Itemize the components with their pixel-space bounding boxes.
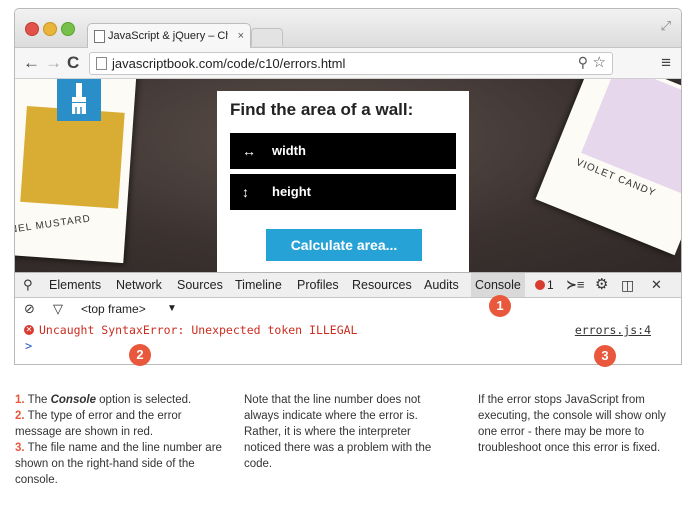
caption-text: The: [24, 394, 51, 406]
minimize-window-button[interactable]: [43, 22, 57, 36]
tab-network[interactable]: Network: [116, 273, 162, 297]
caption-text: option is selected.: [95, 394, 192, 406]
forward-arrow-icon[interactable]: →: [45, 53, 62, 73]
height-label: height: [272, 184, 311, 199]
callout-badge-3: 3: [594, 345, 616, 367]
console-prompt[interactable]: >: [25, 339, 32, 353]
browser-toolbar: ← → C javascriptbook.com/code/c10/errors…: [15, 48, 681, 79]
reload-icon[interactable]: C: [67, 53, 79, 73]
swatch-label-mustard: ONEL MUSTARD: [15, 213, 92, 237]
zoom-window-button[interactable]: [61, 22, 75, 36]
error-location-link[interactable]: errors.js:4: [575, 321, 651, 339]
frame-selector[interactable]: <top frame>: [81, 298, 146, 320]
error-count-badge[interactable]: 1: [535, 273, 554, 297]
clear-console-icon[interactable]: ⊘: [24, 298, 35, 320]
browser-tab[interactable]: JavaScript & jQuery – Chap ×: [87, 23, 251, 48]
bookmark-star-icon[interactable]: ☆: [593, 53, 606, 71]
captions: 1. The Console option is selected. 2. Th…: [0, 372, 694, 512]
caption-text: The file name and the line number are sh…: [15, 442, 222, 486]
devtools-tab-bar: ⚲ Elements Network Sources Timeline Prof…: [15, 273, 681, 298]
caption-text: The type of error and the error message …: [15, 410, 182, 438]
back-arrow-icon[interactable]: ←: [23, 53, 40, 73]
error-count: 1: [547, 278, 554, 292]
caption-column-2: Note that the line number does not alway…: [244, 394, 432, 470]
menu-icon[interactable]: ≡: [661, 53, 671, 73]
caption-column-3: If the error stops JavaScript from execu…: [478, 394, 666, 454]
document-icon: [94, 30, 105, 43]
caption-column-1: 1. The Console option is selected. 2. Th…: [15, 392, 230, 488]
paintbrush-logo: [57, 79, 101, 121]
width-label: width: [272, 143, 306, 158]
tab-audits[interactable]: Audits: [424, 273, 459, 297]
tab-resources[interactable]: Resources: [352, 273, 412, 297]
close-window-button[interactable]: [25, 22, 39, 36]
tab-console[interactable]: Console: [471, 273, 525, 297]
height-input[interactable]: ↕ height: [230, 174, 456, 210]
callout-badge-1: 1: [489, 295, 511, 317]
browser-window: JavaScript & jQuery – Chap × ⤢ ← → C jav…: [14, 8, 682, 365]
card-title: Find the area of a wall:: [230, 100, 414, 119]
tab-close-icon[interactable]: ×: [238, 24, 244, 48]
tab-profiles[interactable]: Profiles: [297, 273, 339, 297]
address-bar[interactable]: javascriptbook.com/code/c10/errors.html …: [89, 52, 613, 75]
tab-timeline[interactable]: Timeline: [235, 273, 282, 297]
error-dot-icon: [535, 280, 545, 290]
area-calculator-card: Find the area of a wall: ↔ width ↕ heigh…: [217, 91, 469, 272]
calculate-area-button[interactable]: Calculate area...: [266, 229, 422, 261]
callout-badge-2: 2: [129, 344, 151, 366]
zoom-icon[interactable]: ⚲: [578, 54, 588, 71]
dock-side-icon[interactable]: ◫: [621, 273, 634, 297]
gear-icon[interactable]: ⚙: [595, 273, 608, 297]
console-filter-bar: ⊘ ▽ <top frame> ▼: [15, 298, 681, 320]
tab-elements[interactable]: Elements: [49, 273, 101, 297]
tab-sources[interactable]: Sources: [177, 273, 223, 297]
devtools-panel: ⚲ Elements Network Sources Timeline Prof…: [15, 272, 681, 364]
tab-title: JavaScript & jQuery – Chap: [108, 30, 228, 42]
filter-icon[interactable]: ▽: [53, 298, 63, 320]
swatch-card-violet: VIOLET CANDY: [535, 79, 681, 256]
mustard-swatch: [20, 106, 125, 209]
close-icon[interactable]: ✕: [651, 273, 662, 297]
show-drawer-icon[interactable]: ≻≡: [566, 273, 584, 297]
new-tab-button[interactable]: [251, 28, 283, 46]
caption-number-2: 2.: [15, 410, 25, 422]
width-input[interactable]: ↔ width: [230, 133, 456, 169]
page-content: ONEL MUSTARD VIOLET CANDY Find the area …: [15, 79, 681, 272]
error-icon: ✕: [24, 325, 34, 335]
title-bar: JavaScript & jQuery – Chap × ⤢: [15, 9, 681, 48]
horizontal-arrows-icon: ↔: [242, 143, 256, 159]
page-icon: [96, 57, 107, 70]
url-text[interactable]: javascriptbook.com/code/c10/errors.html: [112, 53, 345, 74]
caption-number-1: 1.: [15, 394, 25, 406]
fullscreen-icon[interactable]: ⤢: [661, 18, 671, 34]
caption-emphasis: Console: [50, 394, 96, 406]
vertical-arrows-icon: ↕: [242, 184, 249, 200]
inspect-search-icon[interactable]: ⚲: [23, 273, 33, 297]
caption-number-3: 3.: [15, 442, 25, 454]
chevron-down-icon[interactable]: ▼: [167, 298, 177, 320]
paintbrush-icon: [72, 83, 86, 114]
console-error-row: ✕ Uncaught SyntaxError: Unexpected token…: [15, 321, 681, 339]
error-message: Uncaught SyntaxError: Unexpected token I…: [39, 323, 358, 337]
